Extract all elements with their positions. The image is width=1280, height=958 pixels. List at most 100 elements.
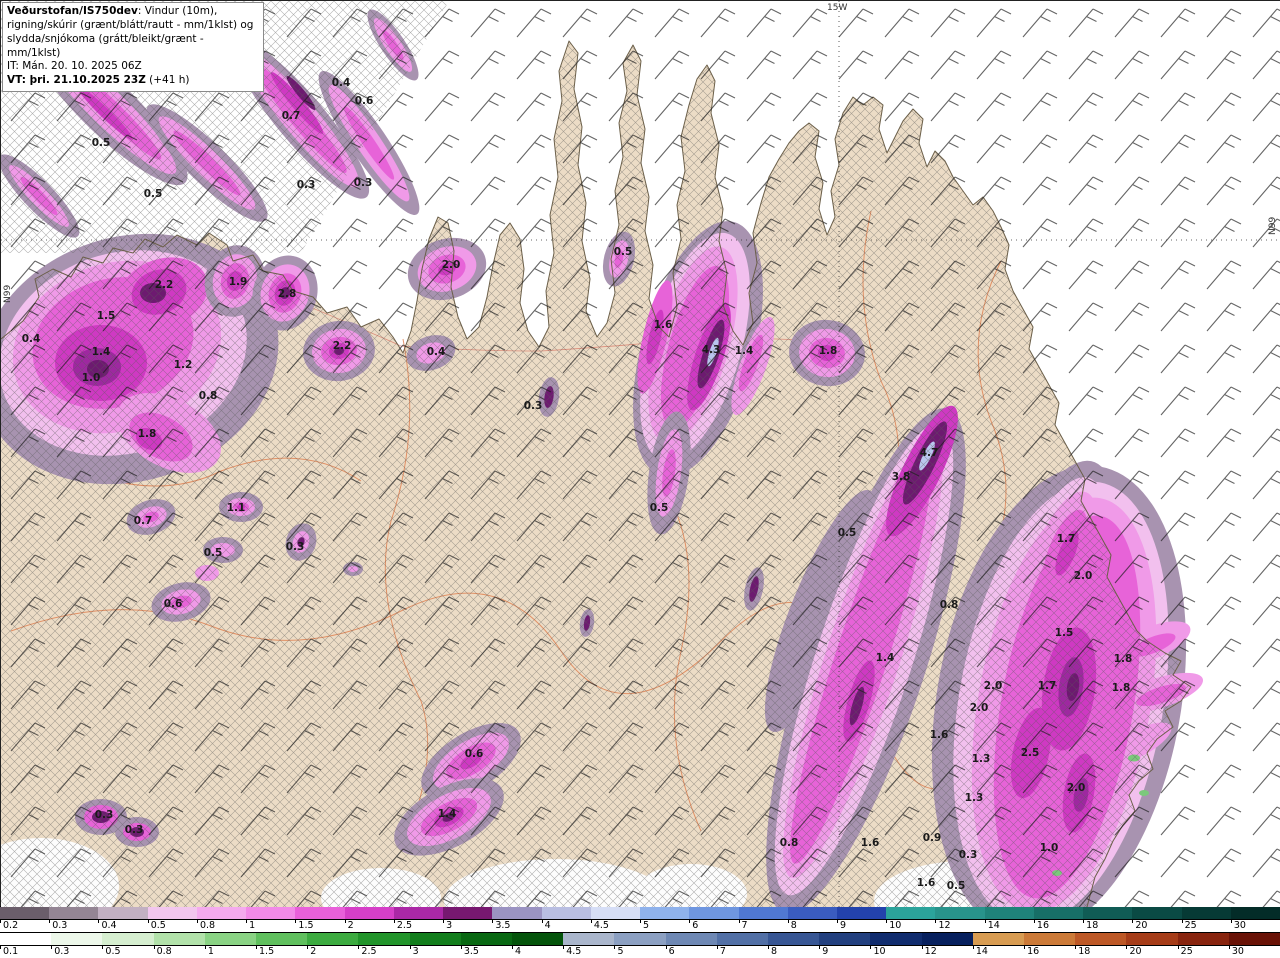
snow-scale-segment (256, 933, 308, 945)
rain-scale-segment (984, 907, 1034, 919)
rain-scale-tick-label: 25 (1181, 920, 1231, 932)
snow-scale: 0.1 0.3 0.5 0.8 1 1.5 2 2.5 3 3.5 4 4.5 5 6 7 8 9 10 12 14 1… (0, 932, 1280, 958)
rain-scale-labels: 0.2 0.3 0.4 0.5 0.8 1 1.5 2 2.5 3 3.5 4 4.5 5 6 7 8 9 10 12… (0, 920, 1280, 932)
snow-scale-tick-label: 16 (1024, 946, 1075, 958)
parallel-label-right: N99 (1268, 217, 1278, 235)
precip-value-label: 1.7 (1057, 533, 1076, 545)
precip-value-label: 1.9 (229, 276, 248, 288)
rain-scale-tick-label: 0.8 (196, 920, 246, 932)
precip-value-label: 0.5 (92, 137, 111, 149)
precip-value-label: 1.0 (1040, 842, 1059, 854)
precip-value-label: 0.3 (297, 179, 316, 191)
precip-value-label: 1.6 (917, 877, 936, 889)
rain-scale-segment (196, 907, 247, 919)
snow-scale-segment (1177, 933, 1229, 945)
snow-scale-tick-label: 4 (512, 946, 563, 958)
info-box: Veðurstofan/IS750dev: Vindur (10m), rign… (2, 2, 264, 93)
rain-scale-tick-label: 30 (1230, 920, 1280, 932)
precip-value-label: 0.5 (144, 188, 163, 200)
snow-scale-tick-label: 9 (819, 946, 870, 958)
precip-value-label: 4.3 (702, 344, 721, 356)
rain-scale-tick-label: 2 (344, 920, 394, 932)
rain-scale-segment (49, 907, 99, 919)
snow-scale-tick-label: 5 (614, 946, 665, 958)
precip-value-label: 1.6 (930, 729, 949, 741)
rain-scale-tick-label: 4 (541, 920, 591, 932)
snow-scale-labels: 0.1 0.3 0.5 0.8 1 1.5 2 2.5 3 3.5 4 4.5 5 6 7 8 9 10 12 14 1… (0, 946, 1280, 958)
snow-scale-segment (614, 933, 666, 945)
rain-scale-segment (1033, 907, 1084, 919)
snow-scale-tick-label: 0.8 (153, 946, 205, 958)
rain-scale-tick-label: 0.3 (49, 920, 98, 932)
precip-value-label: 0.3 (524, 400, 543, 412)
snow-scale-segment (563, 933, 615, 945)
snow-scale-strip (0, 932, 1280, 946)
precip-value-label: 1.5 (1055, 627, 1074, 639)
precip-value-label: 0.5 (204, 547, 223, 559)
precip-value-label: 4.7 (920, 447, 939, 459)
snow-scale-tick-label: 7 (716, 946, 768, 958)
precip-value-label: 2.0 (1067, 782, 1086, 794)
rain-scale-tick-label: 0.5 (147, 920, 197, 932)
precip-value-label: 1.4 (735, 345, 754, 357)
precip-value-label: 0.5 (650, 502, 669, 514)
snow-scale-tick-label: 3 (409, 946, 461, 958)
rain-scale-segment (1083, 907, 1133, 919)
snow-scale-segment (819, 933, 871, 945)
rain-scale-tick-label: 1 (246, 920, 295, 932)
snow-scale-segment (0, 933, 52, 945)
snow-scale-tick-label: 18 (1075, 946, 1126, 958)
wind-barbs-layer (1, 1, 1280, 907)
meridian-label: 15W (827, 3, 847, 13)
snow-scale-segment (1075, 933, 1127, 945)
rain-scale-tick-label: 4.5 (590, 920, 640, 932)
snow-scale-tick-label: 25 (1177, 946, 1229, 958)
rain-scale-segment (295, 907, 345, 919)
precip-value-label: 2.8 (278, 288, 297, 300)
snow-scale-segment (1126, 933, 1178, 945)
snow-scale-segment (870, 933, 922, 945)
map-canvas: 15W N99 N99 0.4 0.6 0.7 0.5 0.5 0.3 0.3 0.5 2.0 2… (1, 1, 1280, 907)
rain-scale-segment (393, 907, 444, 919)
precip-value-label: 2.0 (442, 259, 461, 271)
snow-scale-segment (1228, 933, 1280, 945)
rain-scale-tick-label: 2.5 (393, 920, 443, 932)
precip-value-label: 3.8 (892, 471, 911, 483)
rain-scale-tick-label: 0.2 (0, 920, 49, 932)
snow-scale-segment (51, 933, 103, 945)
info-init-time: IT: Mán. 20. 10. 2025 06Z (7, 60, 142, 73)
rain-scale-segment (836, 907, 887, 919)
rain-scale-tick-label: 6 (689, 920, 738, 932)
rain-scale-segment (886, 907, 936, 919)
snow-scale-tick-label: 1 (204, 946, 256, 958)
rain-scale-tick-label: 10 (886, 920, 935, 932)
rain-scale-tick-label: 8 (787, 920, 837, 932)
precip-value-label: 0.6 (355, 95, 374, 107)
rain-scale-tick-label: 16 (1033, 920, 1083, 932)
snow-scale-segment (1024, 933, 1076, 945)
precip-value-label: 0.8 (940, 599, 959, 611)
snow-scale-tick-label: 0.3 (51, 946, 102, 958)
precip-value-label: 0.8 (780, 837, 799, 849)
rain-scale-tick-label: 7 (738, 920, 788, 932)
precip-value-label: 0.9 (923, 832, 942, 844)
rain-scale-segment (98, 907, 148, 919)
map-area: 15W N99 N99 0.4 0.6 0.7 0.5 0.5 0.3 0.3 0.5 2.0 2… (0, 0, 1280, 907)
snow-scale-tick-label: 2.5 (358, 946, 409, 958)
precip-value-label: 0.7 (282, 110, 301, 122)
precip-value-label: 0.4 (22, 333, 41, 345)
precip-value-label: 1.1 (227, 502, 246, 514)
precip-value-label: 0.6 (465, 748, 484, 760)
precip-value-label: 0.5 (614, 246, 633, 258)
rain-scale-segment (787, 907, 837, 919)
rain-scale-segment (1132, 907, 1182, 919)
precip-value-label: 0.3 (125, 824, 144, 836)
precip-value-label: 1.8 (138, 428, 157, 440)
precip-value-label: 0.5 (947, 880, 966, 892)
precip-value-label: 1.4 (438, 808, 457, 820)
rain-scale-segment (541, 907, 591, 919)
rain-scale-tick-label: 3 (443, 920, 492, 932)
precip-value-label: 0.6 (164, 598, 183, 610)
rain-scale-tick-label: 3.5 (492, 920, 541, 932)
info-valid-time: VT: þri. 21.10.2025 23Z (+41 h) (7, 74, 190, 87)
